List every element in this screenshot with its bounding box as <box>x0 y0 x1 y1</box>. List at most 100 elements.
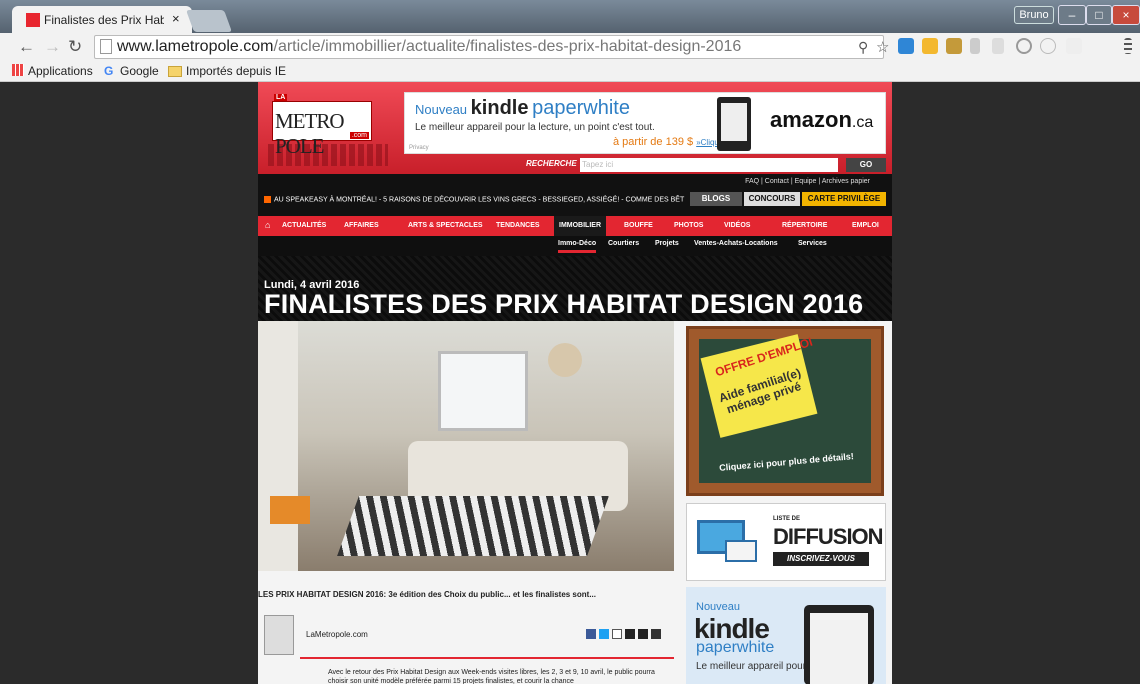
maximize-button[interactable]: □ <box>1086 5 1112 25</box>
browser-tab[interactable]: Finalistes des Prix Habitat × <box>12 6 192 34</box>
close-window-button[interactable]: × <box>1112 5 1140 25</box>
carte-privilege-button[interactable]: CARTE PRIVILÈGE <box>802 192 886 206</box>
photo-caption: LES PRIX HABITAT DESIGN 2016: 3e édition… <box>258 590 596 599</box>
main-nav: ⌂ ACTUALITÉS AFFAIRES ARTS & SPECTACLES … <box>258 216 892 236</box>
reload-icon[interactable]: ↻ <box>68 37 82 57</box>
newsletter-title: DIFFUSION <box>773 524 884 549</box>
article-body: Avec le retour des Prix Habitat Design a… <box>328 669 655 684</box>
profile-button[interactable]: Bruno <box>1014 6 1054 24</box>
forward-icon[interactable]: → <box>44 37 61 57</box>
text-smaller-icon[interactable] <box>638 629 648 639</box>
amazon-logo: amazon.ca <box>770 107 874 132</box>
email-icon[interactable] <box>612 629 622 639</box>
extension-icon[interactable] <box>992 38 1004 54</box>
bookmark-google[interactable]: Google <box>120 64 159 78</box>
news-ticker[interactable]: AU SPEAKEASY À MONTRÉAL! - 5 RAISONS DE … <box>264 196 684 203</box>
minimize-button[interactable]: – <box>1058 5 1086 25</box>
nav-affaires[interactable]: AFFAIRES <box>344 222 379 229</box>
print-icon[interactable] <box>651 629 661 639</box>
back-icon[interactable]: ← <box>18 37 35 57</box>
logo-com: .com <box>349 132 369 139</box>
top-links[interactable]: FAQ | Contact | Equipe | Archives papier <box>745 178 870 185</box>
twitter-icon[interactable] <box>599 629 609 639</box>
nav-videos[interactable]: VIDÉOS <box>724 222 750 229</box>
nav-repertoire[interactable]: RÉPERTOIRE <box>782 222 827 229</box>
subnav-services[interactable]: Services <box>798 240 827 247</box>
subnav-immo-deco[interactable]: Immo-Déco <box>558 240 597 253</box>
subnav-ventes[interactable]: Ventes-Achats-Locations <box>694 240 778 247</box>
nav-photos[interactable]: PHOTOS <box>674 222 703 229</box>
search-label: RECHERCHE <box>526 159 577 168</box>
article-author[interactable]: LaMetropole.com <box>306 630 368 639</box>
subscribe-button[interactable]: INSCRIVEZ-VOUS <box>773 552 869 566</box>
extension-icon[interactable] <box>1040 38 1056 54</box>
nav-arts-spectacles[interactable]: ARTS & SPECTACLES <box>408 222 483 229</box>
divider <box>300 657 674 659</box>
rss-icon[interactable] <box>264 196 271 203</box>
kindle-banner-ad[interactable]: Nouveau kindle paperwhite Le meilleur ap… <box>404 92 886 154</box>
subnav-projets[interactable]: Projets <box>655 240 679 247</box>
nav-tendances[interactable]: TENDANCES <box>496 222 540 229</box>
search-input[interactable]: Tapez ici <box>580 158 838 172</box>
google-icon[interactable]: G <box>104 64 113 78</box>
page-icon <box>100 39 112 54</box>
url-host: www.lametropole.com <box>117 38 274 55</box>
kindle-device-image <box>804 605 874 684</box>
subnav-courtiers[interactable]: Courtiers <box>608 240 639 247</box>
browser-toolbar: ← → ↻ www.lametropole.com/article/immobi… <box>0 33 1140 61</box>
zoom-icon[interactable]: ⚲ <box>858 39 868 56</box>
site-logo[interactable]: LA METRO POLE .com <box>272 94 372 158</box>
site-header: LA METRO POLE .com Nouveau kindle paperw… <box>258 82 892 174</box>
url-path: /article/immobillier/actualite/finaliste… <box>273 38 742 55</box>
facebook-icon[interactable] <box>586 629 596 639</box>
article-header: Lundi, 4 avril 2016 FINALISTES DES PRIX … <box>258 256 892 321</box>
extension-n-icon[interactable] <box>1066 38 1082 54</box>
extension-check-icon[interactable] <box>898 38 914 54</box>
kindle-side-ad[interactable]: Nouveau kindle paperwhite Le meilleur ap… <box>686 587 886 684</box>
site-search: RECHERCHE Tapez ici GO <box>258 158 892 174</box>
author-avatar <box>264 615 294 655</box>
drive-icon[interactable] <box>922 38 938 54</box>
ad-tagline: Le meilleur appareil pour la lecture, un… <box>415 122 655 133</box>
search-go-button[interactable]: GO <box>846 158 886 172</box>
menu-icon[interactable] <box>1124 38 1132 54</box>
favicon-icon <box>26 13 40 27</box>
bookmark-apps[interactable]: Applications <box>28 64 93 78</box>
kindle-ad-nouveau: Nouveau <box>696 601 741 613</box>
article-photo[interactable] <box>258 321 674 571</box>
apps-icon[interactable] <box>12 64 24 76</box>
ad-privacy[interactable]: Privacy <box>409 145 429 151</box>
blogs-button[interactable]: BLOGS <box>690 192 742 206</box>
close-tab-icon[interactable]: × <box>172 11 180 26</box>
concours-button[interactable]: CONCOURS <box>744 192 800 206</box>
envelope-icon <box>725 540 757 562</box>
newsletter-liste: LISTE DE <box>773 516 801 522</box>
newsletter-ad[interactable]: LISTE DE DIFFUSION INSCRIVEZ-VOUS <box>686 503 886 581</box>
bookmark-imported[interactable]: Importés depuis IE <box>186 64 286 78</box>
sub-nav: Immo-Déco Courtiers Projets Ventes-Achat… <box>258 236 892 256</box>
nav-bouffe[interactable]: BOUFFE <box>624 222 653 229</box>
text-larger-icon[interactable] <box>625 629 635 639</box>
nav-emploi[interactable]: EMPLOI <box>852 222 879 229</box>
tab-title: Finalistes des Prix Habitat <box>44 13 164 27</box>
nav-actualites[interactable]: ACTUALITÉS <box>282 222 326 229</box>
kindle-ad-model: paperwhite <box>696 639 775 656</box>
extension-icon[interactable] <box>970 38 980 54</box>
new-tab-button[interactable] <box>185 10 233 32</box>
address-bar[interactable]: www.lametropole.com/article/immobillier/… <box>94 35 884 59</box>
bookmark-star-icon[interactable]: ☆ <box>876 38 889 56</box>
nav-immobilier[interactable]: IMMOBILIER <box>554 216 606 236</box>
article-headline: FINALISTES DES PRIX HABITAT DESIGN 2016 <box>264 289 864 319</box>
webpage: LA METRO POLE .com Nouveau kindle paperw… <box>258 82 892 684</box>
bookmarks-bar: Applications G Google Importés depuis IE <box>0 61 1140 82</box>
block-icon[interactable] <box>1016 38 1032 54</box>
utility-bar: FAQ | Contact | Equipe | Archives papier… <box>258 174 892 216</box>
folder-icon <box>168 66 182 77</box>
home-icon[interactable]: ⌂ <box>265 220 270 230</box>
kindle-device-image <box>717 97 751 151</box>
extension-owl-icon[interactable] <box>946 38 962 54</box>
ad-headline: Nouveau kindle paperwhite <box>415 97 630 119</box>
sidebar: OFFRE D'EMPLOI Aide familial(e) ménage p… <box>684 321 886 684</box>
job-offer-ad[interactable]: OFFRE D'EMPLOI Aide familial(e) ménage p… <box>686 326 884 496</box>
logo-la: LA <box>274 94 288 101</box>
